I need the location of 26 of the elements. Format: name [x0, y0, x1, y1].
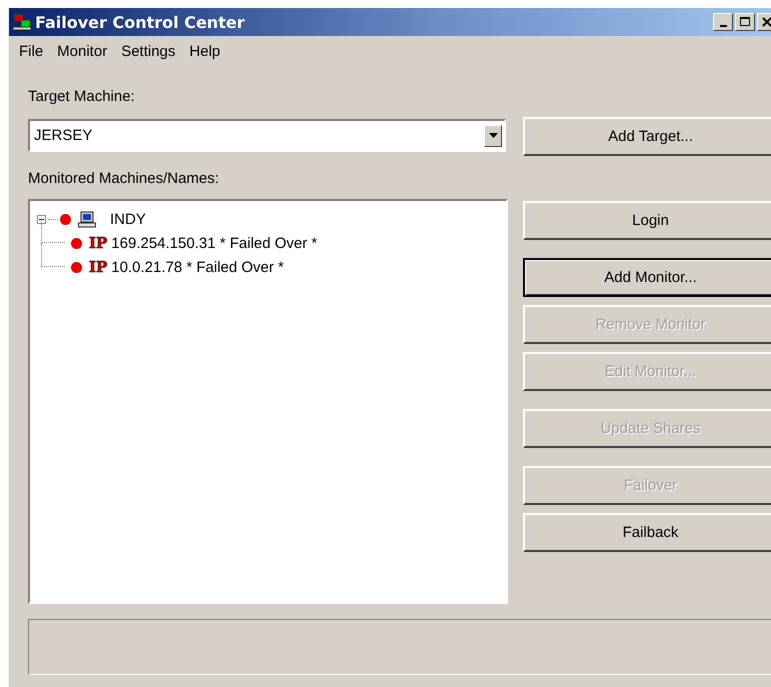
close-icon — [762, 17, 771, 27]
menu-item[interactable]: Monitor — [57, 43, 114, 60]
computers-icon — [13, 13, 31, 31]
window-title: Failover Control Center — [35, 12, 245, 32]
maximize-button[interactable] — [735, 13, 755, 31]
field-label: Target Machine: — [28, 87, 135, 107]
menu-item[interactable]: Settings — [121, 43, 182, 60]
ip-label: IP — [89, 258, 108, 276]
add-target-button[interactable]: Add Target... — [523, 117, 771, 156]
action-button[interactable]: Login — [523, 201, 771, 240]
tree-item[interactable]: 169.254.150.31 * Failed Over * — [111, 234, 318, 252]
ip-label: IP — [89, 234, 108, 252]
action-button[interactable]: Add Monitor... — [523, 258, 771, 297]
computer-icon — [78, 210, 96, 228]
maximize-icon — [740, 17, 750, 27]
action-button[interactable]: Failback — [523, 513, 771, 552]
tree-item[interactable]: 10.0.21.78 * Failed Over * — [111, 258, 284, 276]
menu-item[interactable]: Help — [189, 43, 228, 60]
minimize-button[interactable] — [713, 13, 733, 31]
field-label: Monitored Machines/Names: — [28, 169, 219, 189]
close-button[interactable] — [757, 13, 771, 31]
tree-item[interactable]: INDY — [110, 210, 146, 228]
target-dropdown[interactable]: JERSEY — [28, 119, 506, 152]
menu-item[interactable]: File — [19, 43, 50, 60]
collapse-toggle-icon[interactable] — [37, 214, 46, 224]
minimize-icon — [720, 24, 726, 26]
